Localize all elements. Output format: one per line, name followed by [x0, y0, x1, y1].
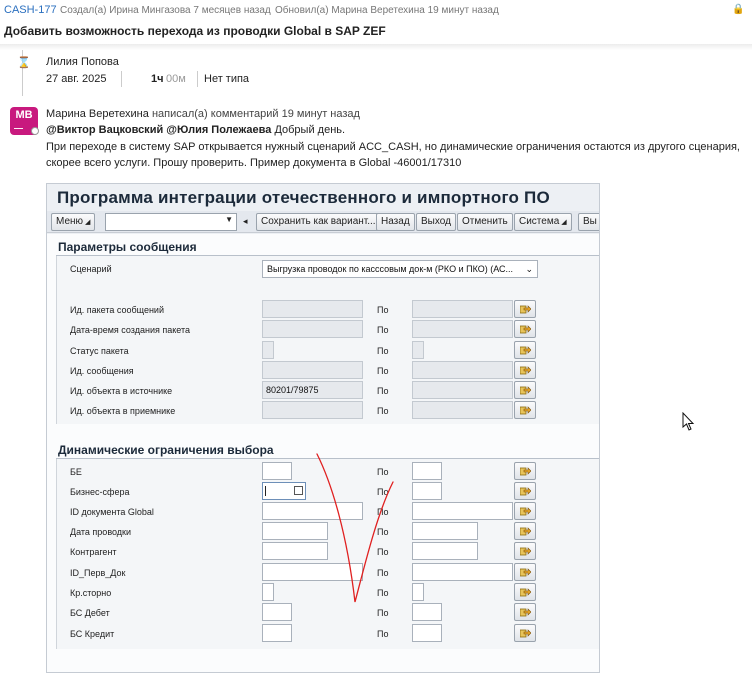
comment-action: написал(а) комментарий 19 минут назад [151, 108, 360, 120]
status-dot-icon [31, 127, 39, 135]
avatar-dash: — [14, 123, 23, 133]
worklog-divider [197, 71, 198, 87]
hourglass-icon: ⌛ [17, 57, 31, 69]
comment-line-2: При переходе в систему SAP открывается н… [46, 141, 740, 153]
mention-link[interactable]: @Юлия Полежаева [166, 124, 271, 136]
issue-key-link[interactable]: CASH-177 [4, 4, 57, 16]
issue-title: Добавить возможность перехода из проводк… [4, 24, 386, 38]
comment-header: Марина Веретехина написал(а) комментарий… [46, 108, 360, 120]
worklog-author[interactable]: Лилия Попова [46, 56, 119, 68]
mention-link[interactable]: @Виктор Вацковский [46, 124, 163, 136]
mouse-pointer-icon [682, 412, 695, 431]
worklog-divider [121, 71, 122, 87]
updated-info: Обновил(а) Марина Веретехина 19 минут на… [275, 5, 499, 16]
created-info: Создал(а) Ирина Мингазова 7 месяцев наза… [60, 5, 271, 16]
worklog-type: Нет типа [204, 73, 250, 85]
worklog-date: 27 авг. 2025 [46, 73, 107, 85]
lock-icon: 🔒 [732, 4, 745, 15]
comment-line-3: скорее всего услуги. Прошу проверить. Пр… [46, 157, 462, 169]
header-divider [0, 44, 752, 50]
comment-greeting: Добрый день. [274, 124, 346, 136]
avatar-initials: МВ [15, 109, 33, 121]
sap-screenshot: Программа интеграции отечественного и им… [46, 183, 600, 673]
comment-line-1: @Виктор Вацковский @Юлия Полежаева Добры… [46, 124, 345, 136]
worklog-hours: 1ч [151, 73, 164, 85]
comment-author[interactable]: Марина Веретехина [46, 108, 149, 120]
checkmark-annotation [316, 453, 394, 603]
issue-header: CASH-177 Создал(а) Ирина Мингазова 7 мес… [0, 0, 752, 44]
worklog-minutes: 00м [166, 73, 186, 85]
